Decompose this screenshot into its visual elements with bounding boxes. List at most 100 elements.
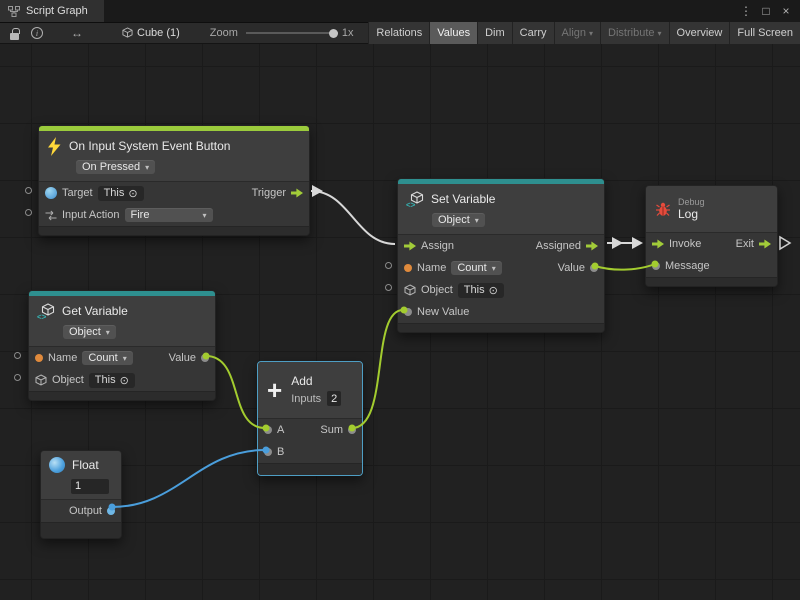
dropdown-value: Fire: [131, 209, 150, 221]
message-label: Message: [665, 260, 710, 272]
distribute-button[interactable]: Distribute▾: [600, 22, 668, 44]
cube-icon: [404, 284, 416, 297]
expand-icon[interactable]: [71, 26, 82, 40]
overview-button[interactable]: Overview: [669, 22, 730, 44]
b-label: B: [277, 446, 284, 458]
inputs-count-field[interactable]: [327, 391, 341, 406]
info-icon[interactable]: [31, 27, 43, 39]
float-value-field[interactable]: [71, 479, 109, 494]
assigned-flow-port[interactable]: [586, 241, 598, 251]
caret-down-icon: ▾: [492, 264, 496, 273]
sum-output-port[interactable]: [348, 426, 356, 434]
port-row-output: Output: [41, 500, 121, 522]
node-body: Target This ⊙ Trigger Input Action F: [39, 181, 309, 226]
node-get-variable[interactable]: <> Get Variable Object ▾ Name Count: [28, 290, 216, 401]
object-chip[interactable]: This ⊙: [89, 373, 135, 388]
message-input-port[interactable]: [652, 262, 660, 270]
graph-canvas[interactable]: On Input System Event Button On Pressed …: [0, 44, 800, 600]
relations-button[interactable]: Relations: [368, 22, 429, 44]
wire-arrowhead: [312, 185, 323, 197]
node-title: Get Variable: [62, 304, 128, 318]
set-object-external-port[interactable]: [385, 284, 392, 291]
lightning-icon: [47, 137, 62, 156]
trigger-flow-port[interactable]: [291, 188, 303, 198]
port-row-object: Object This ⊙: [29, 369, 215, 391]
port-row-invoke: Invoke Exit: [646, 233, 777, 255]
carry-button[interactable]: Carry: [512, 22, 554, 44]
add-icon: [267, 377, 282, 403]
port-row-assign: Assign Assigned: [398, 235, 604, 257]
align-button[interactable]: Align▾: [554, 22, 600, 44]
invoke-flow-port[interactable]: [652, 239, 664, 249]
exit-flow-port[interactable]: [759, 239, 771, 249]
name-value-port[interactable]: [404, 264, 412, 272]
node-title: Set Variable: [431, 192, 495, 206]
port-row-a: A Sum: [258, 419, 362, 441]
input-action-external-port[interactable]: [25, 209, 32, 216]
dropdown-value: Count: [457, 262, 486, 274]
input-action-dropdown[interactable]: Fire ▾: [125, 208, 213, 222]
invoke-label: Invoke: [669, 238, 701, 250]
dim-button[interactable]: Dim: [477, 22, 512, 44]
values-button[interactable]: Values: [429, 22, 477, 44]
object-picker-icon: ⊙: [489, 284, 498, 297]
cube-icon: [35, 374, 47, 387]
zoom-label: Zoom: [210, 27, 238, 39]
menu-icon[interactable]: ⋮: [738, 4, 754, 18]
node-body: Name Count ▾ Value Object: [29, 346, 215, 391]
name-label: Name: [417, 262, 446, 274]
svg-text:<>: <>: [37, 312, 47, 320]
dropdown-value: Object: [69, 326, 101, 338]
event-mode-dropdown[interactable]: On Pressed ▾: [76, 160, 155, 174]
node-title: Float: [72, 458, 99, 472]
node-add[interactable]: Add Inputs A Sum B: [257, 361, 363, 476]
assign-flow-port[interactable]: [404, 241, 416, 251]
bug-icon: [655, 202, 671, 217]
tab-script-graph[interactable]: Script Graph: [0, 0, 104, 22]
object-chip[interactable]: This ⊙: [458, 283, 504, 298]
fullscreen-button[interactable]: Full Screen: [729, 22, 800, 44]
graph-target[interactable]: Cube (1): [122, 27, 180, 39]
caret-down-icon: ▾: [202, 211, 206, 220]
variable-kind-dropdown[interactable]: Object ▾: [432, 213, 485, 227]
a-input-port[interactable]: [264, 426, 272, 434]
zoom-slider-handle[interactable]: [329, 29, 338, 38]
zoom-slider[interactable]: [246, 32, 338, 34]
node-float[interactable]: Float Output: [40, 450, 122, 539]
a-label: A: [277, 424, 284, 436]
value-output-port[interactable]: [201, 354, 209, 362]
set-name-external-port[interactable]: [385, 262, 392, 269]
variable-icon: <>: [37, 303, 55, 320]
get-object-external-port[interactable]: [14, 374, 21, 381]
close-icon[interactable]: ×: [778, 4, 794, 18]
node-footer: [41, 522, 121, 538]
variable-name-dropdown[interactable]: Count ▾: [451, 261, 501, 275]
output-port[interactable]: [107, 507, 115, 515]
lock-icon[interactable]: [10, 33, 19, 40]
wire-arrowhead: [612, 237, 623, 249]
chip-value: This: [464, 284, 485, 296]
button-label: Carry: [520, 27, 547, 39]
cube-icon: [122, 27, 133, 39]
b-input-port[interactable]: [264, 448, 272, 456]
toolbar-buttons: Relations Values Dim Carry Align▾ Distri…: [368, 22, 800, 44]
port-row-object: Object This ⊙: [398, 279, 604, 301]
trigger-label: Trigger: [252, 187, 286, 199]
get-name-external-port[interactable]: [14, 352, 21, 359]
node-on-input-system-event-button[interactable]: On Input System Event Button On Pressed …: [38, 125, 310, 236]
caret-down-icon: ▾: [106, 328, 110, 337]
dropdown-value: Object: [438, 214, 470, 226]
node-set-variable[interactable]: <> Set Variable Object ▾ Assign Assigned: [397, 178, 605, 333]
value-output-port[interactable]: [590, 264, 598, 272]
caret-down-icon: ▾: [145, 163, 149, 172]
target-external-port[interactable]: [25, 187, 32, 194]
target-object-chip[interactable]: This ⊙: [98, 186, 144, 201]
new-value-input-port[interactable]: [404, 308, 412, 316]
variable-name-dropdown[interactable]: Count ▾: [82, 351, 132, 365]
button-label: Relations: [376, 27, 422, 39]
variable-kind-dropdown[interactable]: Object ▾: [63, 325, 116, 339]
node-debug-log[interactable]: Debug Log Invoke Exit Message: [645, 185, 778, 287]
name-value-port[interactable]: [35, 354, 43, 362]
node-category: Debug: [678, 197, 705, 207]
maximize-icon[interactable]: □: [758, 4, 774, 18]
